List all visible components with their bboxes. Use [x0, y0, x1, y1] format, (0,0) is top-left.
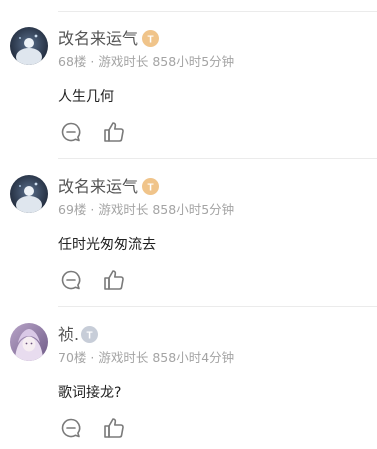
thumbs-up-icon[interactable] — [102, 268, 126, 292]
username[interactable]: 改名来运气 — [58, 28, 138, 50]
divider — [58, 158, 377, 159]
meta-separator: · — [90, 54, 95, 69]
comment-bubble-icon[interactable] — [59, 416, 83, 440]
avatar[interactable] — [10, 175, 48, 213]
avatar[interactable] — [10, 27, 48, 65]
level-badge-icon: T — [142, 178, 159, 195]
floor-number: 70楼 — [58, 350, 87, 365]
level-badge-icon: T — [142, 30, 159, 47]
username[interactable]: 改名来运气 — [58, 176, 138, 198]
svg-text:T: T — [147, 183, 153, 194]
comment-meta: 70楼 · 游戏时长 858小时4分钟 — [58, 350, 234, 366]
playtime-value: 858小时5分钟 — [152, 54, 235, 69]
comment-text: 人生几何 — [58, 89, 114, 105]
floor-number: 69楼 — [58, 202, 87, 217]
divider — [58, 11, 377, 12]
thumbs-up-icon[interactable] — [102, 416, 126, 440]
level-badge-icon: T — [81, 326, 98, 343]
username[interactable]: 祯. — [58, 324, 79, 346]
playtime-label: 游戏时长 — [98, 202, 149, 217]
thumbs-up-icon[interactable] — [102, 120, 126, 144]
comment-item: 改名来运气 T 68楼 · 游戏时长 858小时5分钟 人生几何 — [0, 27, 377, 175]
playtime-label: 游戏时长 — [98, 54, 149, 69]
svg-text:T: T — [86, 331, 92, 342]
comment-bubble-icon[interactable] — [59, 120, 83, 144]
playtime-value: 858小时4分钟 — [152, 350, 235, 365]
comment-text: 歌词接龙? — [58, 385, 122, 401]
comment-bubble-icon[interactable] — [59, 268, 83, 292]
comment-meta: 68楼 · 游戏时长 858小时5分钟 — [58, 54, 234, 70]
playtime-value: 858小时5分钟 — [152, 202, 235, 217]
comment-item: 祯. T 70楼 · 游戏时长 858小时4分钟 歌词接龙? — [0, 323, 377, 449]
avatar[interactable] — [10, 323, 48, 361]
playtime-label: 游戏时长 — [98, 350, 149, 365]
floor-number: 68楼 — [58, 54, 87, 69]
comment-item: 改名来运气 T 69楼 · 游戏时长 858小时5分钟 任时光匆匆流去 — [0, 175, 377, 323]
meta-separator: · — [90, 350, 95, 365]
meta-separator: · — [90, 202, 95, 217]
comment-feed: 改名来运气 T 68楼 · 游戏时长 858小时5分钟 人生几何 改名来运气 T… — [0, 0, 377, 449]
divider — [58, 306, 377, 307]
svg-text:T: T — [147, 35, 153, 46]
comment-text: 任时光匆匆流去 — [58, 237, 156, 253]
comment-meta: 69楼 · 游戏时长 858小时5分钟 — [58, 202, 234, 218]
